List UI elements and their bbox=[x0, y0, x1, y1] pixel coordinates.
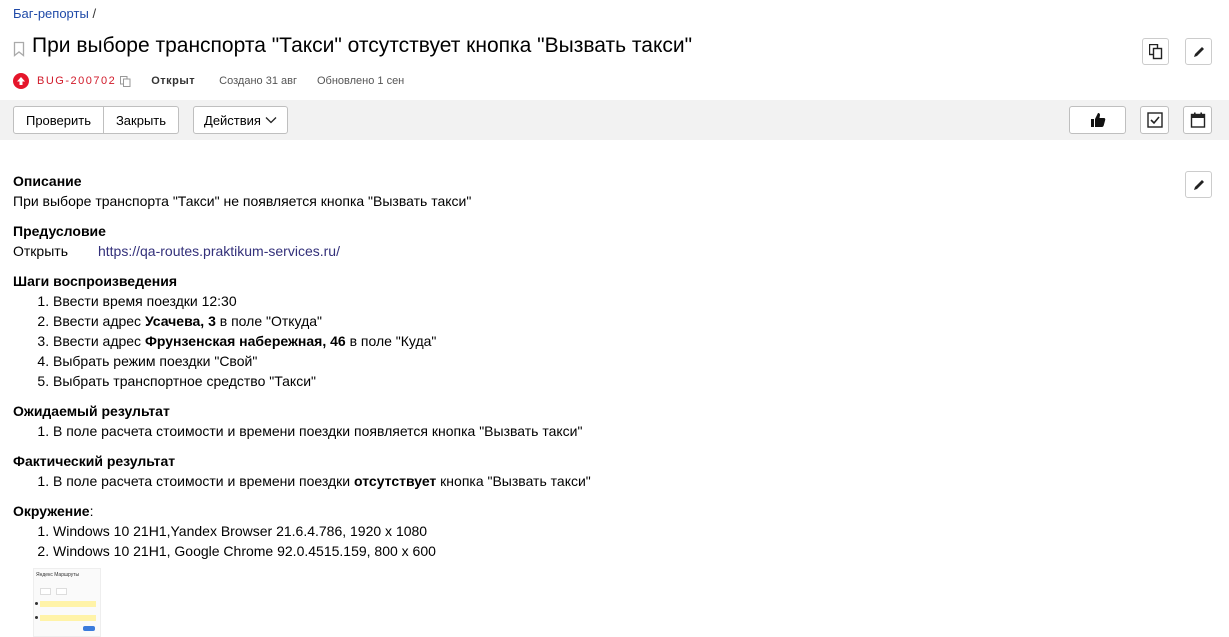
breadcrumb: Баг-репорты / bbox=[13, 6, 96, 21]
list-item: Выбрать режим поездки "Свой" bbox=[53, 351, 1163, 371]
description-text: При выборе транспорта "Такси" не появляе… bbox=[13, 193, 472, 209]
expected-heading: Ожидаемый результат bbox=[13, 403, 170, 419]
edit-icon bbox=[1193, 46, 1204, 57]
list-item: Ввести время поездки 12:30 bbox=[53, 291, 1163, 311]
environment-list: Windows 10 21H1,Yandex Browser 21.6.4.78… bbox=[13, 521, 1163, 561]
list-item: Windows 10 21H1, Google Chrome 92.0.4515… bbox=[53, 541, 1163, 561]
precondition-action: Открыть bbox=[13, 243, 68, 259]
thumbnail-logo: Яндекс Маршруты bbox=[36, 572, 80, 578]
copy-icon[interactable] bbox=[120, 75, 131, 87]
list-item: В поле расчета стоимости и времени поезд… bbox=[53, 471, 1163, 491]
list-item: Выбрать транспортное средство "Такси" bbox=[53, 371, 1163, 391]
list-item: Windows 10 21H1,Yandex Browser 21.6.4.78… bbox=[53, 521, 1163, 541]
attachment-thumbnail[interactable]: Яндекс Маршруты bbox=[33, 568, 101, 637]
edit-title-button[interactable] bbox=[1185, 38, 1212, 65]
priority-up-icon bbox=[13, 73, 29, 89]
chevron-down-icon bbox=[265, 117, 277, 124]
meta-row: BUG-200702 Открыт Создано 31 авг Обновле… bbox=[13, 73, 404, 89]
precondition-line: Открыть https://qa-routes.praktikum-servi… bbox=[13, 241, 1163, 261]
check-button[interactable]: Проверить bbox=[13, 106, 104, 134]
actions-label: Действия bbox=[204, 112, 261, 128]
actual-heading: Фактический результат bbox=[13, 453, 176, 469]
bookmark-icon[interactable] bbox=[13, 41, 25, 57]
title-row: При выборе транспорта "Такси" отсутствуе… bbox=[13, 34, 692, 58]
breadcrumb-link-bug-reports[interactable]: Баг-репорты bbox=[13, 6, 89, 21]
environment-heading-line: Окружение: bbox=[13, 501, 1163, 521]
updated-date: Обновлено 1 сен bbox=[316, 75, 405, 87]
issue-key[interactable]: BUG-200702 bbox=[37, 75, 116, 87]
calendar-button[interactable] bbox=[1183, 106, 1212, 134]
calendar-icon bbox=[1190, 112, 1205, 128]
environment-heading: Окружение bbox=[13, 503, 90, 519]
actual-list: В поле расчета стоимости и времени поезд… bbox=[13, 471, 1163, 491]
created-date: Создано 31 авг bbox=[219, 75, 297, 87]
actions-dropdown[interactable]: Действия bbox=[193, 106, 288, 134]
like-button[interactable] bbox=[1069, 106, 1126, 134]
clone-button[interactable] bbox=[1142, 38, 1169, 65]
page-title: При выборе транспорта "Такси" отсутствуе… bbox=[32, 34, 693, 57]
status-badge[interactable]: Открыт bbox=[151, 75, 195, 87]
breadcrumb-separator: / bbox=[92, 6, 97, 21]
checklist-icon bbox=[1146, 112, 1163, 128]
list-item: Ввести адрес Усачева, 3 в поле "Откуда" bbox=[53, 311, 1163, 331]
list-item: Ввести адрес Фрунзенская набережная, 46 … bbox=[53, 331, 1163, 351]
toolbar: Проверить Закрыть Действия bbox=[0, 100, 1229, 140]
environment-colon: : bbox=[89, 503, 94, 519]
precondition-url-link[interactable]: https://qa-routes.praktikum-services.ru/ bbox=[98, 243, 340, 259]
issue-description: Описание При выборе транспорта "Такси" н… bbox=[13, 171, 1163, 561]
steps-heading: Шаги воспроизведения bbox=[13, 273, 177, 289]
checklist-button[interactable] bbox=[1140, 106, 1169, 134]
precondition-heading: Предусловие bbox=[13, 223, 106, 239]
description-heading: Описание bbox=[13, 173, 82, 189]
clone-icon bbox=[1148, 43, 1162, 59]
close-button[interactable]: Закрыть bbox=[104, 106, 179, 134]
list-item: В поле расчета стоимости и времени поезд… bbox=[53, 421, 1163, 441]
expected-list: В поле расчета стоимости и времени поезд… bbox=[13, 421, 1163, 441]
edit-description-button[interactable] bbox=[1185, 171, 1212, 198]
thumbs-up-icon bbox=[1090, 113, 1105, 127]
edit-icon bbox=[1193, 179, 1204, 190]
steps-list: Ввести время поездки 12:30 Ввести адрес … bbox=[13, 291, 1163, 391]
